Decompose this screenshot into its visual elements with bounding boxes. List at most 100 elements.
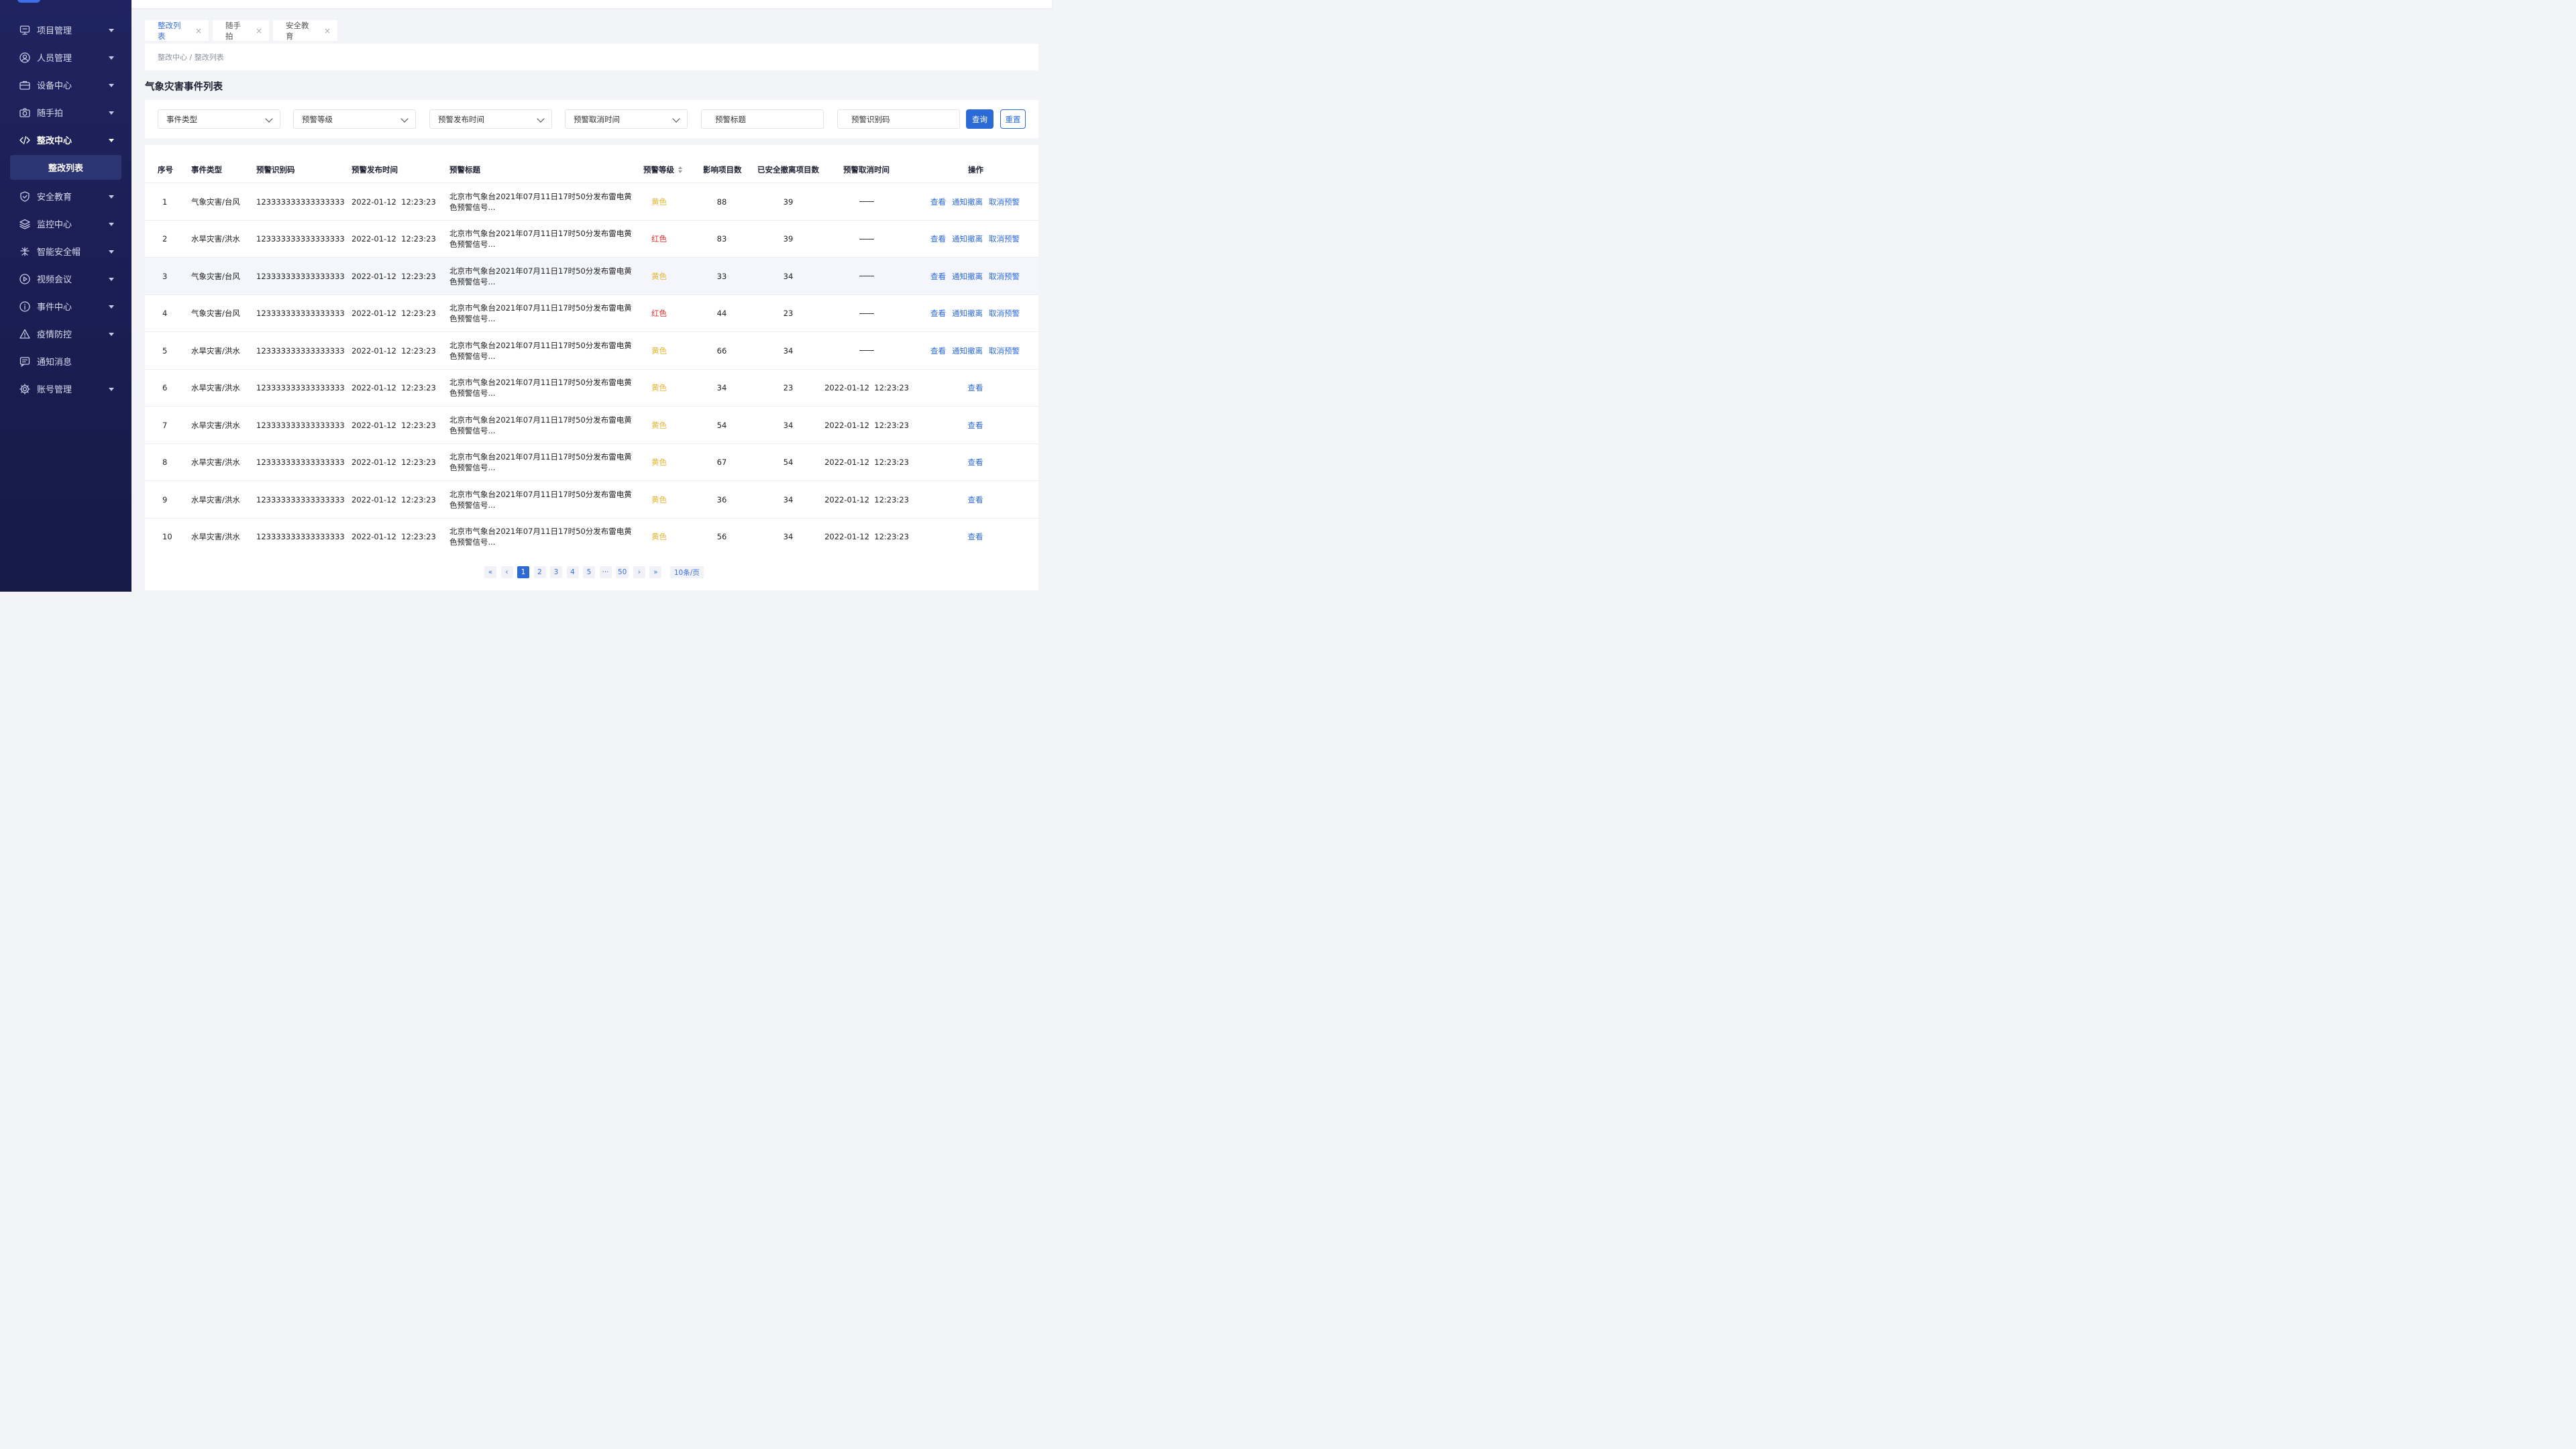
cell-code: 123333333333333333 — [256, 197, 345, 207]
view-link[interactable]: 查看 — [968, 420, 983, 431]
view-link[interactable]: 查看 — [930, 308, 946, 319]
page-number[interactable]: 5 — [583, 566, 595, 578]
cell-type: 水旱灾害/洪水 — [191, 234, 240, 244]
sidebar-item[interactable]: 人员管理 — [0, 44, 131, 71]
next-page-icon[interactable]: › — [633, 566, 645, 578]
cell-code: 123333333333333333 — [256, 234, 345, 244]
sidebar-item[interactable]: 通知消息 — [0, 347, 131, 375]
sidebar-item[interactable]: 智能安全帽 — [0, 237, 131, 265]
publish-time-select[interactable]: 预警发布时间 — [429, 109, 552, 129]
cancel-warning-link[interactable]: 取消预警 — [989, 197, 1020, 207]
sidebar-subitem-rectification-list[interactable]: 整改列表 — [10, 155, 121, 180]
cell-safe: 34 — [783, 345, 794, 356]
notify-evacuate-link[interactable]: 通知撤离 — [952, 233, 983, 244]
cell-code: 123333333333333333 — [256, 345, 345, 356]
page-number[interactable]: 1 — [517, 566, 529, 578]
cancel-warning-link[interactable]: 取消预警 — [989, 308, 1020, 319]
header-level[interactable]: 预警等级 — [643, 156, 682, 183]
sort-icon[interactable] — [678, 166, 682, 173]
cell-time: 2022-01-12 12:23:23 — [352, 458, 436, 467]
cell-time: 2022-01-12 12:23:23 — [352, 383, 436, 392]
cell-cancel-time: 2022-01-12 12:23:23 — [824, 383, 909, 392]
sidebar-item[interactable]: 设备中心 — [0, 71, 131, 99]
cancel-warning-link[interactable]: 取消预警 — [989, 345, 1020, 356]
event-type-select[interactable]: 事件类型 — [158, 109, 280, 129]
cell-cancel-time: 2022-01-12 12:23:23 — [824, 458, 909, 467]
notify-evacuate-link[interactable]: 通知撤离 — [952, 308, 983, 319]
view-link[interactable]: 查看 — [930, 197, 946, 207]
header-no: 序号 — [158, 165, 173, 174]
select-label: 预警取消时间 — [574, 114, 620, 124]
close-icon[interactable]: × — [195, 26, 202, 36]
header-impact: 影响项目数 — [703, 165, 742, 174]
code-input[interactable] — [851, 114, 952, 124]
cell-impact: 44 — [716, 309, 727, 318]
sidebar-item[interactable]: 账号管理 — [0, 375, 131, 402]
cell-time: 2022-01-12 12:23:23 — [352, 309, 436, 318]
page-number[interactable]: 50 — [616, 566, 629, 578]
user-circle-icon — [19, 52, 31, 64]
query-button[interactable]: 查询 — [966, 109, 994, 129]
sidebar-item-label: 设备中心 — [37, 81, 72, 91]
cell-cancel-time: 2022-01-12 12:23:23 — [824, 532, 909, 541]
cancel-warning-link[interactable]: 取消预警 — [989, 271, 1020, 282]
sidebar-item[interactable]: 疫情防控 — [0, 320, 131, 347]
sidebar-item[interactable]: 整改中心 — [0, 126, 131, 154]
level-select[interactable]: 预警等级 — [293, 109, 416, 129]
tab-safety-education[interactable]: 安全教育 × — [273, 20, 337, 41]
page-number[interactable]: 4 — [566, 566, 579, 578]
table-row: 5 水旱灾害/洪水 123333333333333333 2022-01-12 12:… — [145, 331, 1038, 369]
cell-level: 黄色 — [651, 494, 667, 504]
caret-down-icon — [109, 333, 114, 336]
sidebar-item[interactable]: 安全教育 — [0, 182, 131, 210]
page-number[interactable]: 2 — [533, 566, 546, 578]
cell-title: 北京市气象台2021年07月11日17时50分发布雷电黄色预警信号... — [449, 266, 632, 286]
sidebar-item[interactable]: 事件中心 — [0, 292, 131, 320]
prev-page-icon[interactable]: ‹ — [500, 566, 513, 578]
sidebar-item-label: 安全教育 — [37, 193, 72, 203]
cell-code: 123333333333333333 — [256, 494, 345, 504]
close-icon[interactable]: × — [324, 26, 331, 36]
cell-time: 2022-01-12 12:23:23 — [352, 271, 436, 281]
view-link[interactable]: 查看 — [930, 345, 946, 356]
view-link[interactable]: 查看 — [968, 494, 983, 505]
view-link[interactable]: 查看 — [930, 233, 946, 244]
page-number[interactable]: 3 — [550, 566, 562, 578]
cell-impact: 54 — [716, 420, 727, 430]
sidebar-item-label: 随手拍 — [37, 109, 64, 119]
breadcrumb: 整改中心 / 整改列表 — [145, 44, 1038, 70]
cell-type: 水旱灾害/洪水 — [191, 532, 240, 541]
sidebar-item[interactable]: 项目管理 — [0, 16, 131, 44]
cell-type: 气象灾害/台风 — [191, 271, 240, 281]
notify-evacuate-link[interactable]: 通知撤离 — [952, 345, 983, 356]
cancel-warning-link[interactable]: 取消预警 — [989, 233, 1020, 244]
notify-evacuate-link[interactable]: 通知撤离 — [952, 197, 983, 207]
cancel-time-select[interactable]: 预警取消时间 — [565, 109, 688, 129]
view-link[interactable]: 查看 — [968, 457, 983, 468]
page-ellipsis[interactable]: ··· — [599, 566, 612, 578]
cell-ops: 查看 通知撤离 取消预警 — [930, 221, 1026, 258]
first-page-icon[interactable]: « — [484, 566, 496, 578]
cell-no: 9 — [162, 494, 168, 504]
notify-evacuate-link[interactable]: 通知撤离 — [952, 271, 983, 282]
last-page-icon[interactable]: » — [649, 566, 662, 578]
tab-rectification-list[interactable]: 整改列表 × — [145, 20, 209, 41]
page-size-select[interactable]: 10条/页 — [669, 566, 704, 578]
view-link[interactable]: 查看 — [930, 271, 946, 282]
tab-snapshot[interactable]: 随手拍 × — [213, 20, 269, 41]
cell-level: 红色 — [651, 234, 667, 244]
cell-safe: 34 — [783, 532, 794, 541]
view-link[interactable]: 查看 — [968, 531, 983, 542]
view-link[interactable]: 查看 — [968, 382, 983, 393]
sidebar-item-label: 人员管理 — [37, 54, 72, 64]
cell-time: 2022-01-12 12:23:23 — [352, 420, 436, 430]
title-input[interactable] — [715, 114, 816, 124]
close-icon[interactable]: × — [256, 26, 262, 36]
reset-button[interactable]: 重置 — [1000, 109, 1026, 129]
chevron-down-icon — [537, 115, 545, 123]
caret-down-icon — [109, 250, 114, 254]
sidebar-item[interactable]: 视频会议 — [0, 265, 131, 292]
sidebar-item[interactable]: 随手拍 — [0, 99, 131, 126]
sidebar-item[interactable]: 监控中心 — [0, 210, 131, 237]
header-ops: 操作 — [968, 165, 983, 174]
